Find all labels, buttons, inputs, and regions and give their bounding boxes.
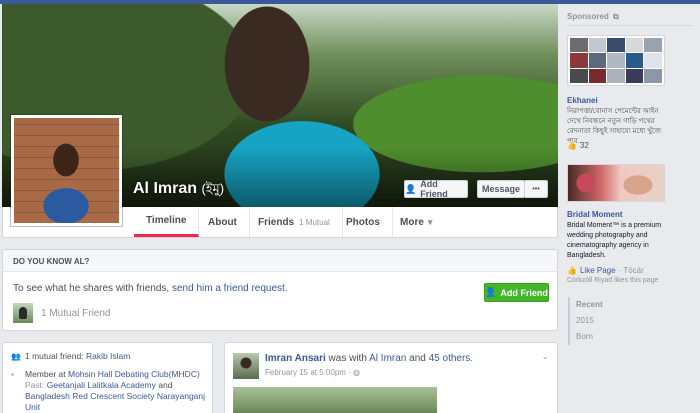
tab-about[interactable]: About xyxy=(196,207,250,237)
profile-picture[interactable] xyxy=(11,115,122,226)
tab-about-label: About xyxy=(208,216,237,228)
mutual-prefix: 1 mutual friend: xyxy=(25,351,86,361)
do-you-know-card: DO YOU KNOW AL? To see what he shares wi… xyxy=(2,249,558,331)
intro-card: 👥 1 mutual friend: Rakib Islam ▪ Member … xyxy=(2,342,213,413)
more-dots-icon: ••• xyxy=(532,185,540,193)
member-prefix: Member at xyxy=(25,369,68,379)
sponsored-heading: Sponsored ⧉ xyxy=(567,12,619,22)
message-button[interactable]: Message xyxy=(477,180,525,198)
mutual-friend-info: 👥 1 mutual friend: Rakib Islam xyxy=(11,351,206,362)
add-friend-icon: 👤 xyxy=(405,183,417,194)
profile-name-text: Al Imran xyxy=(133,180,198,197)
ad-bridal-like-suffix: · Tócár xyxy=(618,266,644,275)
timeline-post: Imran Ansari was with Al Imran and 45 ot… xyxy=(224,342,558,413)
add-friend-icon: 👤 xyxy=(485,287,497,297)
profile-name-native: (ইমু) xyxy=(201,181,225,196)
add-friend-green-button[interactable]: 👤 Add Friend xyxy=(484,283,549,302)
tab-friends[interactable]: Friends 1 Mutual xyxy=(246,207,343,237)
thumbs-up-icon: 👍 xyxy=(567,141,577,150)
chevron-down-icon: ▾ xyxy=(427,216,433,227)
mutual-friend-info-text: 1 mutual friend: Rakib Islam xyxy=(25,351,130,362)
mutual-friend-count[interactable]: 1 Mutual Friend xyxy=(41,308,110,319)
tab-photos-label: Photos xyxy=(346,216,380,228)
add-friend-green-label: Add Friend xyxy=(500,287,548,298)
past-and: and xyxy=(155,380,173,390)
year-nav-born[interactable]: Born xyxy=(576,329,618,345)
post-options-chevron-icon[interactable]: ⌄ xyxy=(541,351,549,362)
post-photo[interactable] xyxy=(233,387,437,413)
do-you-know-heading: DO YOU KNOW AL? xyxy=(3,250,557,272)
ad-bridal-image[interactable] xyxy=(567,164,665,202)
friend-request-prompt: To see what he shares with friends, send… xyxy=(13,283,288,294)
tab-more-label: More xyxy=(400,216,424,228)
post-timestamp[interactable]: February 15 at 5:00pm · ◍ xyxy=(265,368,360,377)
friend-request-prompt-text: To see what he shares with friends, xyxy=(13,283,172,294)
post-author-avatar[interactable] xyxy=(233,353,259,379)
tab-photos[interactable]: Photos xyxy=(334,207,393,237)
ad-ekhanei-image[interactable] xyxy=(567,35,665,86)
ad-ekhanei-like-count: 32 xyxy=(579,141,589,150)
profile-picture-image xyxy=(14,118,119,223)
post-header: Imran Ansari was with Al Imran and 45 ot… xyxy=(265,353,473,364)
globe-icon: ◍ xyxy=(353,368,361,377)
post-author[interactable]: Imran Ansari xyxy=(265,353,326,364)
member-info-text: Member at Mohsin Hall Debating Club(MHDC… xyxy=(25,369,205,413)
send-friend-request-link[interactable]: send him a friend request. xyxy=(172,283,288,294)
more-options-button[interactable]: ••• xyxy=(524,180,548,198)
mutual-friend-link[interactable]: Rakib Islam xyxy=(86,351,130,361)
tab-timeline[interactable]: Timeline xyxy=(134,207,200,237)
group-icon: ▪ xyxy=(11,370,14,379)
people-icon: 👥 xyxy=(11,352,21,361)
mutual-friend-avatar[interactable] xyxy=(13,303,33,323)
past-label: Past: xyxy=(25,380,47,390)
add-friend-button[interactable]: 👤 Add Friend xyxy=(404,179,468,199)
sponsored-label: Sponsored xyxy=(567,12,609,21)
ad-bridal-text[interactable]: Bridal Moment™ is a premium wedding phot… xyxy=(567,221,667,261)
ad-bridal-like-row: 👍 Like Page · Tócár xyxy=(567,266,644,275)
ad-ekhanei-title[interactable]: Ekhanei xyxy=(567,96,598,105)
profile-main: Al Imran (ইমু) 👤 Add Friend Message ••• … xyxy=(0,4,560,413)
add-friend-label: Add Friend xyxy=(420,179,448,199)
ad-bridal-social-context: Còrkzòll Riyad likes this page xyxy=(567,277,659,284)
post-time-text: February 15 at 5:00pm · xyxy=(265,368,354,377)
ad-choices-icon[interactable]: ⧉ xyxy=(613,12,619,21)
tab-more[interactable]: More ▾ xyxy=(388,207,444,237)
member-org-link[interactable]: Mohsin Hall Debating Club(MHDC) xyxy=(68,369,200,379)
ad-ekhanei-likes[interactable]: 👍 32 xyxy=(567,141,589,150)
past-org2-link[interactable]: Bangladesh Red Crescent Society Narayang… xyxy=(25,391,205,401)
timeline-year-nav: Recent 2015 Born xyxy=(568,297,618,345)
post-and: and xyxy=(406,353,429,364)
mutual-friend-row[interactable]: 1 Mutual Friend xyxy=(13,303,110,323)
year-nav-2015[interactable]: 2015 xyxy=(576,313,618,329)
past-org2-unit[interactable]: Unit xyxy=(25,402,40,412)
member-info: ▪ Member at Mohsin Hall Debating Club(MH… xyxy=(11,369,206,413)
profile-name[interactable]: Al Imran (ইমু) xyxy=(133,180,224,201)
post-others-link[interactable]: 45 others. xyxy=(429,353,473,364)
right-sidebar: Sponsored ⧉ Ekhanei নিরাপত্তা/বোনাস পেমে… xyxy=(560,4,700,413)
tab-friends-label: Friends xyxy=(258,216,295,228)
tab-friends-mutual: 1 Mutual xyxy=(299,217,330,227)
tab-timeline-label: Timeline xyxy=(146,215,187,226)
post-tagged-name[interactable]: Al Imran xyxy=(369,353,406,364)
year-nav-recent[interactable]: Recent xyxy=(576,297,618,313)
message-label: Message xyxy=(481,184,521,194)
ad-bridal-title[interactable]: Bridal Moment xyxy=(567,210,623,219)
sidebar-divider xyxy=(567,25,693,26)
ad-bridal-like-page[interactable]: Like Page xyxy=(580,266,616,275)
past-org1-link[interactable]: Geetanjali Lalitkala Academy xyxy=(47,380,156,390)
post-was-with: was with xyxy=(325,353,370,364)
thumbs-up-icon: 👍 xyxy=(567,266,577,275)
